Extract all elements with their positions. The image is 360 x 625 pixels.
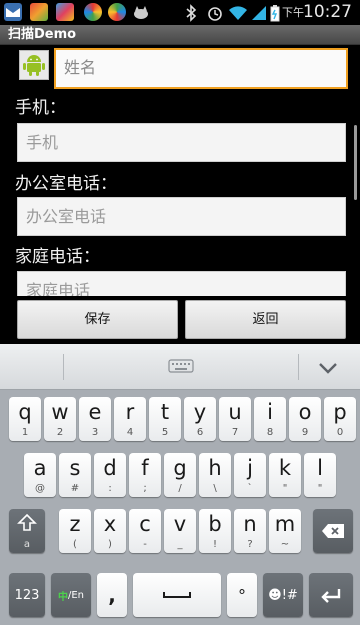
key-v[interactable]: v _ [164, 509, 196, 553]
app-notification-icon-1 [30, 3, 48, 21]
name-input[interactable]: 姓名 [54, 48, 348, 89]
backspace-key[interactable] [313, 509, 353, 553]
app-notification-icon-4 [108, 3, 126, 21]
key-g[interactable]: g / [164, 453, 196, 497]
key-o[interactable]: o9 [289, 397, 321, 441]
key-d[interactable]: d: [94, 453, 126, 497]
mobile-input[interactable]: 手机 [17, 123, 346, 162]
key-f[interactable]: f; [129, 453, 161, 497]
period-key[interactable]: ° [227, 573, 257, 617]
key-r[interactable]: r4 [114, 397, 146, 441]
key-q[interactable]: q1 [9, 397, 41, 441]
hide-keyboard-chevron-icon[interactable] [317, 360, 339, 374]
soft-keyboard: q1 w2 e3 r4 t5 y6 u7 i8 o9 p0 a @ s # d: f… [0, 344, 360, 625]
key-s[interactable]: s # [59, 453, 91, 497]
keyboard-candidate-bar [0, 344, 360, 390]
shift-key[interactable]: a [9, 509, 45, 553]
number-mode-key[interactable]: 123 [9, 573, 45, 617]
comma-key[interactable]: , [97, 573, 127, 617]
mail-notification-icon [4, 3, 22, 21]
app-notification-icon-3 [84, 3, 102, 21]
android-icon [23, 55, 45, 76]
wifi-icon [228, 0, 248, 25]
key-z[interactable]: z( [59, 509, 91, 553]
contact-form: 姓名 手机： 手机 办公室电话： 办公室电话 家庭电话： 家庭电话 [0, 45, 360, 300]
alarm-icon [206, 0, 224, 25]
contact-photo[interactable] [19, 50, 49, 80]
key-k[interactable]: k " [269, 453, 301, 497]
shift-arrow-icon [9, 513, 45, 538]
home-phone-label: 家庭电话： [15, 247, 100, 267]
key-c[interactable]: c- [129, 509, 161, 553]
button-row: 保存 返回 [0, 296, 360, 344]
status-bar: 下午 10:27 [0, 0, 360, 25]
key-l[interactable]: l " [304, 453, 336, 497]
app-notification-icon-2 [56, 3, 74, 21]
app-title: 扫描Demo [8, 27, 77, 42]
mobile-label: 手机： [15, 98, 66, 118]
key-u[interactable]: u7 [219, 397, 251, 441]
battery-icon [270, 0, 280, 25]
save-button[interactable]: 保存 [17, 300, 178, 339]
key-b[interactable]: b! [199, 509, 231, 553]
space-bar-icon [133, 573, 221, 617]
key-y[interactable]: y6 [184, 397, 216, 441]
enter-icon [309, 573, 353, 617]
key-e[interactable]: e3 [79, 397, 111, 441]
backspace-icon [313, 509, 353, 553]
key-p[interactable]: p0 [324, 397, 356, 441]
back-button[interactable]: 返回 [185, 300, 346, 339]
key-a[interactable]: a @ [24, 453, 56, 497]
divider [63, 354, 64, 380]
key-n[interactable]: n? [234, 509, 266, 553]
key-m[interactable]: m ~ [269, 509, 301, 553]
title-bar: 扫描Demo [0, 25, 360, 45]
english-label: /En [67, 589, 85, 601]
cat-notification-icon [132, 3, 150, 21]
keyboard-toggle-icon[interactable] [168, 358, 194, 376]
key-j[interactable]: j ` [234, 453, 266, 497]
scrollbar[interactable] [354, 125, 357, 200]
office-phone-input[interactable]: 办公室电话 [17, 197, 346, 236]
key-x[interactable]: x) [94, 509, 126, 553]
enter-key[interactable] [309, 573, 353, 617]
key-i[interactable]: i8 [254, 397, 286, 441]
status-time: 10:27 [303, 2, 352, 22]
key-h[interactable]: h \ [199, 453, 231, 497]
language-switch-key[interactable]: 中/En [51, 573, 91, 617]
emoji-symbol-key[interactable]: ☻!# [263, 573, 303, 617]
key-w[interactable]: w2 [44, 397, 76, 441]
bluetooth-icon [184, 0, 198, 25]
divider [298, 354, 299, 380]
chinese-label: 中 [57, 591, 68, 603]
signal-icon [251, 0, 267, 25]
time-period: 下午 [282, 6, 304, 19]
office-phone-label: 办公室电话： [15, 174, 117, 194]
key-t[interactable]: t5 [149, 397, 181, 441]
space-key[interactable] [133, 573, 221, 617]
